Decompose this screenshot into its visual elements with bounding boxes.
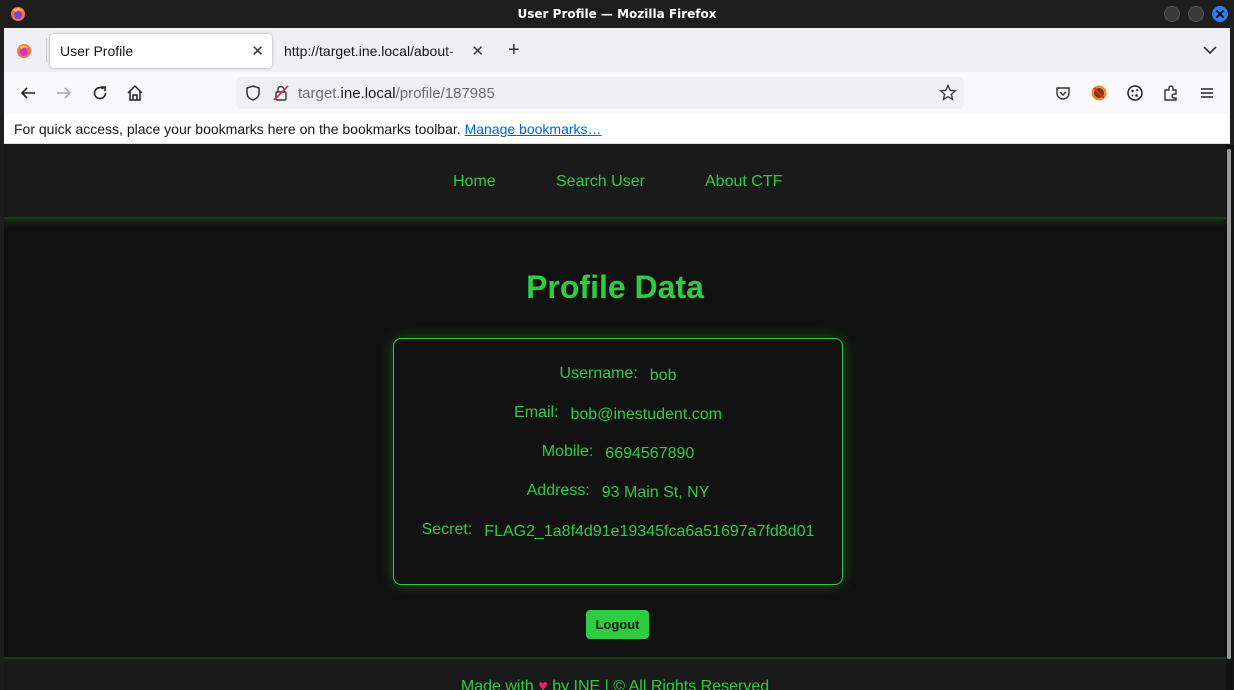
- scrollbar-thumb[interactable]: [1227, 149, 1231, 659]
- footer-text-after: by INE | © All Rights Reserved: [552, 678, 770, 690]
- new-tab-plus-icon[interactable]: +: [508, 39, 520, 62]
- profile-value: bob@inestudent.com: [570, 406, 722, 423]
- page-content: Home Search User About CTF Profile Data …: [4, 145, 1226, 690]
- back-arrow-icon[interactable]: [19, 84, 37, 102]
- profile-row-username: Username: bob: [394, 365, 842, 385]
- hamburger-menu-icon[interactable]: [1198, 84, 1216, 102]
- forward-arrow-icon[interactable]: [55, 84, 73, 102]
- insecure-lock-icon[interactable]: [272, 84, 290, 102]
- tab-label: User Profile: [60, 43, 134, 59]
- reload-icon[interactable]: [91, 84, 109, 102]
- manage-bookmarks-link[interactable]: Manage bookmarks…: [465, 121, 602, 137]
- tab-close-icon[interactable]: ✕: [251, 42, 264, 60]
- url-text[interactable]: target.ine.local/profile/187985: [298, 85, 495, 102]
- tab-user-profile[interactable]: User Profile ✕: [50, 34, 272, 68]
- profile-row-secret: Secret: FLAG2_1a8f4d91e19345fca6a51697a7f…: [394, 521, 842, 541]
- profile-label: Username:: [559, 365, 638, 382]
- url-subdomain: target.: [298, 85, 341, 102]
- url-domain: ine.local: [340, 85, 396, 102]
- profile-row-email: Email: bob@inestudent.com: [394, 404, 842, 424]
- profile-label: Email:: [514, 404, 559, 421]
- close-window-button[interactable]: [1212, 6, 1228, 22]
- profile-value: bob: [649, 367, 677, 384]
- site-footer: Made with ♥ by INE | © All Rights Reserv…: [4, 657, 1226, 690]
- list-all-tabs-chevron-down-icon[interactable]: [1202, 42, 1218, 58]
- profile-card: Username: bob Email: bob@inestudent.com Mo…: [393, 338, 843, 585]
- profile-value: 6694567890: [605, 445, 695, 462]
- nav-about-ctf-link[interactable]: About CTF: [705, 173, 782, 191]
- tab-label: http://target.ine.local/about-: [284, 43, 454, 59]
- nav-search-user-link[interactable]: Search User: [556, 173, 645, 191]
- footer-text: Made with ♥ by INE | © All Rights Reserv…: [4, 678, 1226, 690]
- nav-home-link[interactable]: Home: [453, 173, 496, 191]
- tab-separator: [46, 38, 47, 62]
- profile-row-address: Address: 93 Main St, NY: [394, 482, 842, 502]
- site-navbar: Home Search User About CTF: [4, 145, 1226, 219]
- profile-label: Address:: [526, 482, 590, 499]
- bookmarks-toolbar: For quick access, place your bookmarks h…: [4, 114, 1230, 144]
- window-titlebar: User Profile — Mozilla Firefox: [0, 0, 1234, 28]
- cookie-icon[interactable]: [1126, 84, 1144, 102]
- logout-button[interactable]: Logout: [586, 610, 649, 639]
- profile-label: Secret:: [421, 521, 473, 538]
- footer-text-before: Made with: [460, 678, 534, 690]
- url-bar[interactable]: target.ine.local/profile/187985: [236, 77, 964, 109]
- tab-close-icon[interactable]: ✕: [471, 42, 484, 60]
- url-path: /profile/187985: [395, 85, 495, 102]
- bookmark-star-icon[interactable]: [939, 84, 957, 102]
- home-icon[interactable]: [126, 84, 144, 102]
- extensions-puzzle-icon[interactable]: [1162, 84, 1180, 102]
- profile-value: 93 Main St, NY: [601, 484, 710, 501]
- window-title: User Profile — Mozilla Firefox: [517, 7, 717, 21]
- tab-about[interactable]: http://target.ine.local/about- ✕: [274, 34, 492, 68]
- shield-icon[interactable]: [244, 84, 262, 102]
- bookmarks-message: For quick access, place your bookmarks h…: [14, 121, 461, 137]
- pocket-icon[interactable]: [1054, 84, 1072, 102]
- maximize-button[interactable]: [1188, 6, 1204, 22]
- extension-blocked-icon[interactable]: [1090, 84, 1108, 102]
- firefox-view-icon[interactable]: [16, 43, 32, 59]
- minimize-button[interactable]: [1164, 6, 1180, 22]
- page-title: Profile Data: [526, 269, 704, 305]
- bookmarks-message-container: For quick access, place your bookmarks h…: [14, 121, 602, 137]
- profile-row-mobile: Mobile: 6694567890: [394, 443, 842, 463]
- page-scrollbar[interactable]: [1226, 145, 1234, 690]
- navigation-toolbar: target.ine.local/profile/187985: [4, 72, 1230, 114]
- heart-icon: ♥: [538, 678, 548, 690]
- profile-label: Mobile:: [541, 443, 594, 460]
- profile-value: FLAG2_1a8f4d91e19345fca6a51697a7fd8d01: [484, 523, 815, 540]
- tab-strip: User Profile ✕ http://target.ine.local/a…: [4, 28, 1230, 72]
